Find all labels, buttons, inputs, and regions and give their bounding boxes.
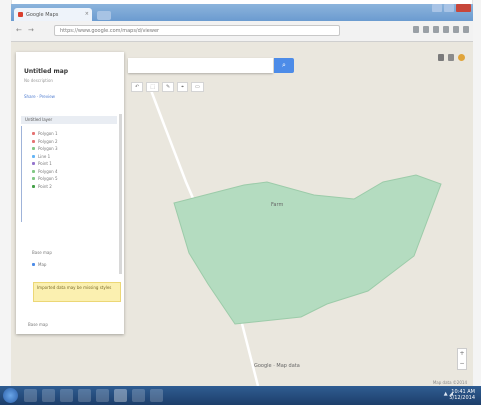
radio-icon (32, 263, 35, 266)
share-link[interactable]: Share · Preview (24, 94, 55, 99)
maps-favicon-icon (18, 12, 23, 17)
browser-toolbar: ← → https://www.google.com/maps/d/viewer (11, 21, 473, 42)
feature-color-swatch (32, 162, 35, 166)
base-map-option[interactable]: Map (32, 262, 46, 267)
search-icon: ⌕ (282, 61, 286, 69)
start-button[interactable] (3, 388, 18, 403)
layer-selection-indicator (21, 126, 22, 222)
address-bar[interactable]: https://www.google.com/maps/d/viewer (54, 25, 340, 36)
browser-tab[interactable]: Google Maps × (14, 8, 92, 21)
chrome-taskbar-icon[interactable] (114, 389, 127, 402)
layer-item[interactable]: Line 1 (32, 153, 58, 161)
map-description[interactable]: No description (24, 78, 53, 83)
feature-color-swatch (32, 139, 35, 143)
taskbar-clock[interactable]: 10:41 AM 5/12/2014 (449, 389, 475, 401)
forward-button[interactable]: → (28, 26, 34, 34)
map-title[interactable]: Untitled map (24, 68, 68, 75)
extension-icon[interactable] (443, 26, 449, 33)
extension-icon[interactable] (433, 26, 439, 33)
star-icon[interactable] (413, 26, 419, 33)
menu-icon[interactable] (463, 26, 469, 33)
extension-icon[interactable] (423, 26, 429, 33)
back-button[interactable]: ← (16, 26, 22, 34)
app-taskbar-icon[interactable] (150, 389, 163, 402)
new-tab-button[interactable] (97, 11, 111, 20)
layer-item-label: Polygon 2 (38, 138, 58, 144)
map-sidebar-panel: Untitled map No description Share · Prev… (16, 52, 124, 334)
minimize-button[interactable] (432, 4, 442, 12)
extension-icon[interactable] (453, 26, 459, 33)
folder-taskbar-icon[interactable] (60, 389, 73, 402)
panel-footer[interactable]: Base map (28, 322, 48, 327)
base-map-header[interactable]: Base map (32, 250, 52, 255)
zoom-in-button[interactable]: + (458, 349, 466, 359)
layer-item-label: Point 1 (38, 161, 52, 167)
feature-color-swatch (32, 184, 35, 188)
app-taskbar-icon[interactable] (96, 389, 109, 402)
draw-tool-button[interactable]: ✎ (161, 82, 175, 92)
select-tool-button[interactable]: ⬚ (146, 82, 159, 92)
layer-item[interactable]: Polygon 2 (32, 138, 58, 146)
feature-color-swatch (32, 147, 35, 151)
toolbar-icons (413, 26, 469, 33)
account-icons (438, 54, 465, 61)
window-frame-right (472, 0, 481, 386)
map-toolbar: ↶ ⬚ ✎ ⌖ ▭ (131, 82, 204, 92)
window-controls (432, 4, 471, 12)
undo-button[interactable]: ↶ (131, 82, 144, 92)
road-label: Google · Map data (254, 363, 300, 369)
layer-header[interactable]: Untitled layer (21, 116, 117, 124)
measure-tool-button[interactable]: ▭ (190, 82, 204, 92)
layer-item-label: Line 1 (38, 153, 51, 159)
zoom-out-button[interactable]: − (458, 359, 466, 369)
layer-item[interactable]: Polygon 1 (32, 130, 58, 138)
layer-item-label: Polygon 5 (38, 176, 58, 182)
polygon-label: Farm (271, 202, 284, 208)
feature-color-swatch (32, 154, 35, 158)
layer-item[interactable]: Polygon 5 (32, 175, 58, 183)
layer-items: Polygon 1 Polygon 2 Polygon 3 Line 1 Poi… (32, 130, 58, 190)
ie-taskbar-icon[interactable] (42, 389, 55, 402)
search-input[interactable] (128, 58, 273, 73)
map-attribution: Map data ©2014 (432, 380, 467, 385)
explorer-taskbar-icon[interactable] (24, 389, 37, 402)
feature-color-swatch (32, 177, 35, 181)
layer-item-label: Polygon 3 (38, 146, 58, 152)
base-map-option-label: Map (38, 262, 47, 267)
feature-color-swatch (32, 169, 35, 173)
zoom-control: + − (457, 348, 467, 370)
close-tab-icon[interactable]: × (85, 11, 89, 17)
polygon-shape (173, 174, 442, 325)
panel-scrollbar[interactable] (119, 114, 122, 274)
feature-color-swatch (32, 132, 35, 136)
maximize-button[interactable] (444, 4, 454, 12)
tab-title: Google Maps (26, 11, 59, 18)
layer-item[interactable]: Point 2 (32, 183, 58, 191)
layer-item-label: Polygon 1 (38, 131, 58, 137)
layer-item-label: Polygon 4 (38, 168, 58, 174)
clock-date: 5/12/2014 (449, 395, 475, 401)
warning-notice: Imported data may be missing styles (33, 282, 121, 302)
marker-tool-button[interactable]: ⌖ (177, 82, 188, 92)
screen: Google Maps × ← → https://www.google.com… (0, 0, 481, 405)
layer-item[interactable]: Point 1 (32, 160, 58, 168)
close-window-button[interactable] (456, 4, 471, 12)
avatar[interactable] (458, 54, 465, 61)
layer-item[interactable]: Polygon 4 (32, 168, 58, 176)
windows-taskbar: ▲ ◢ 10:41 AM 5/12/2014 (0, 386, 481, 405)
media-taskbar-icon[interactable] (78, 389, 91, 402)
search-button[interactable]: ⌕ (274, 58, 294, 73)
layer-item-label: Point 2 (38, 183, 52, 189)
browser-tab-strip: Google Maps × (11, 4, 473, 21)
app-taskbar-icon[interactable] (132, 389, 145, 402)
apps-grid-icon[interactable] (448, 54, 454, 61)
notifications-icon[interactable] (438, 54, 444, 61)
layer-item[interactable]: Polygon 3 (32, 145, 58, 153)
